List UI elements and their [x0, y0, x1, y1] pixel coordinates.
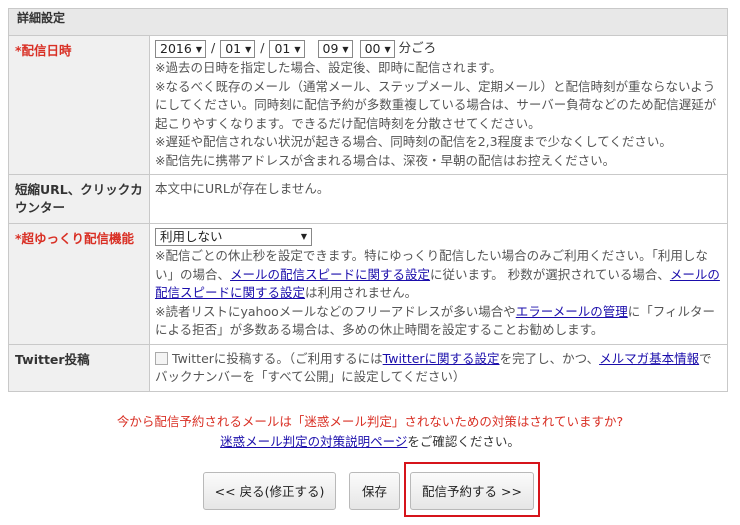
- slow-delivery-value: 利用しない ▼ ※配信ごとの休止秒を設定できます。特にゆっくり配信したい場合のみご…: [149, 223, 728, 345]
- schedule-note: ※配信先に携帯アドレスが含まれる場合は、深夜・早朝の配信はお控えください。: [155, 152, 616, 168]
- twitter-label: Twitter投稿: [8, 343, 150, 392]
- detail-settings-panel: 詳細設定 *配信日時 2016 ▼/01 ▼/01 ▼ 09 ▼ 00 ▼ 分ごろ ※過去…: [8, 8, 728, 392]
- twitter-post-checkbox[interactable]: [155, 351, 168, 365]
- short-url-value: 本文中にURLが存在しません。: [149, 174, 728, 224]
- spam-warning: 今から配信予約されるメールは「迷惑メール判定」されないための対策はされていますか…: [116, 414, 624, 429]
- slow-delivery-note: ※読者リストにyahooメールなどのフリーアドレスが多い場合やエラーメールの管理…: [155, 303, 716, 338]
- slow-delivery-select[interactable]: 利用しない ▼: [155, 227, 312, 246]
- row-slow-delivery: *超ゆっくり配信機能 利用しない ▼ ※配信ごとの休止秒を設定できます。特にゆっく…: [8, 223, 728, 345]
- chevron-down-icon: ▼: [300, 231, 307, 241]
- detail-settings-table: 詳細設定 *配信日時 2016 ▼/01 ▼/01 ▼ 09 ▼ 00 ▼ 分ごろ ※過去…: [8, 8, 728, 392]
- day-select[interactable]: 01 ▼: [269, 39, 305, 58]
- schedule-value: 2016 ▼/01 ▼/01 ▼ 09 ▼ 00 ▼ 分ごろ ※過去の日時を指定した場合、…: [149, 35, 728, 175]
- slow-delivery-note: ※配信ごとの休止秒を設定できます。特にゆっくり配信したい場合のみご利用ください。…: [155, 248, 720, 300]
- save-button[interactable]: 保存: [349, 472, 400, 510]
- chevron-down-icon: ▼: [342, 44, 349, 54]
- minute-select[interactable]: 00 ▼: [359, 39, 395, 58]
- delivery-speed-settings-link[interactable]: メールの配信スピードに関する設定: [230, 267, 430, 282]
- hour-select[interactable]: 09 ▼: [317, 39, 353, 58]
- back-button[interactable]: << 戻る(修正する): [203, 472, 336, 510]
- reserve-delivery-button[interactable]: 配信予約する >>: [410, 472, 534, 510]
- schedule-label: *配信日時: [8, 35, 150, 175]
- chevron-down-icon: ▼: [294, 44, 301, 54]
- twitter-value: Twitterに投稿する。（ご利用するにはTwitterに関する設定を完了し、か…: [149, 343, 728, 392]
- year-select[interactable]: 2016 ▼: [155, 39, 206, 58]
- section-title: 詳細設定: [8, 8, 728, 36]
- schedule-note: ※なるべく既存のメール（通常メール、ステップメール、定期メール）と配信時刻が重な…: [155, 78, 717, 131]
- schedule-note: ※遅延や配信されない状況が起きる場合、同時刻の配信を2,3程度まで少なくしてくだ…: [155, 134, 672, 149]
- row-schedule: *配信日時 2016 ▼/01 ▼/01 ▼ 09 ▼ 00 ▼ 分ごろ ※過去の日時を指…: [8, 35, 728, 175]
- row-twitter: Twitter投稿 Twitterに投稿する。（ご利用するにはTwitterに関…: [8, 343, 728, 392]
- slow-delivery-label: *超ゆっくり配信機能: [8, 223, 150, 345]
- schedule-note: ※過去の日時を指定した場合、設定後、即時に配信されます。: [155, 60, 502, 75]
- error-mail-management-link[interactable]: エラーメールの管理: [516, 304, 628, 319]
- twitter-settings-link[interactable]: Twitterに関する設定: [383, 351, 500, 366]
- newsletter-basic-info-link[interactable]: メルマガ基本情報: [599, 351, 699, 366]
- spam-notice-line: 迷惑メール判定の対策説明ページをご確認ください。: [220, 434, 520, 449]
- row-short-url: 短縮URL、クリックカウンター 本文中にURLが存在しません。: [8, 174, 728, 224]
- short-url-label: 短縮URL、クリックカウンター: [8, 174, 150, 224]
- month-select[interactable]: 01 ▼: [220, 39, 256, 58]
- chevron-down-icon: ▼: [384, 44, 391, 54]
- chevron-down-icon: ▼: [245, 44, 252, 54]
- spam-measures-link[interactable]: 迷惑メール判定の対策説明ページ: [220, 434, 407, 449]
- minute-suffix: 分ごろ: [398, 40, 437, 55]
- chevron-down-icon: ▼: [195, 44, 202, 54]
